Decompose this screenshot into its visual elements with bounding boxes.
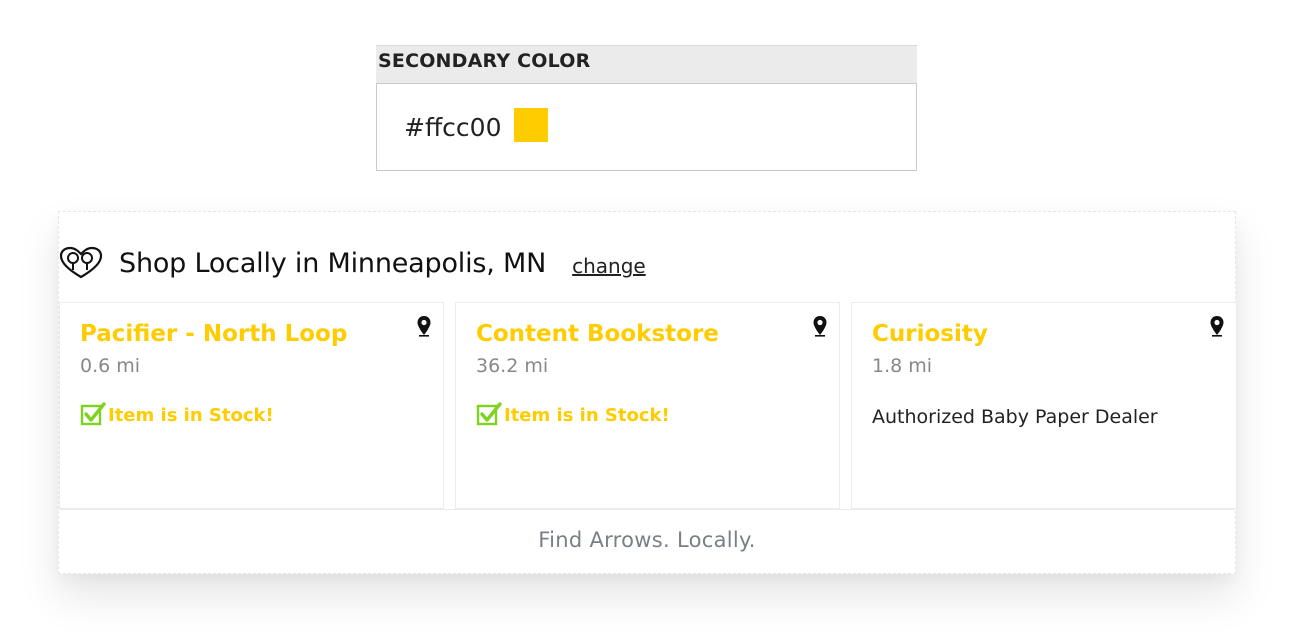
map-pin-icon[interactable]	[812, 315, 828, 337]
secondary-color-panel: SECONDARY COLOR #ffcc00	[376, 45, 917, 171]
store-card[interactable]: Content Bookstore 36.2 mi Item is in Sto…	[455, 302, 840, 509]
secondary-color-field[interactable]: #ffcc00	[376, 83, 917, 171]
widget-header: Shop Locally in Minneapolis, MN change	[59, 242, 646, 284]
store-name[interactable]: Content Bookstore	[476, 321, 719, 347]
widget-footer-tagline: Find Arrows. Locally.	[59, 509, 1235, 574]
store-card[interactable]: Curiosity 1.8 mi Authorized Baby Paper D…	[851, 302, 1237, 509]
store-name[interactable]: Curiosity	[872, 321, 988, 347]
stock-text: Item is in Stock!	[504, 404, 670, 426]
store-distance: 1.8 mi	[872, 355, 933, 377]
store-card[interactable]: Pacifier - North Loop 0.6 mi Item is in …	[59, 302, 444, 509]
checkbox-check-icon	[80, 402, 106, 426]
shop-locally-widget: Shop Locally in Minneapolis, MN change P…	[58, 211, 1237, 574]
store-distance: 0.6 mi	[80, 355, 141, 377]
widget-title: Shop Locally in Minneapolis, MN	[119, 247, 547, 279]
secondary-color-value[interactable]: #ffcc00	[404, 113, 501, 142]
checkbox-check-icon	[476, 402, 502, 426]
change-location-link[interactable]: change	[572, 254, 646, 278]
store-distance: 36.2 mi	[476, 355, 549, 377]
stock-text: Item is in Stock!	[108, 404, 274, 426]
store-list: Pacifier - North Loop 0.6 mi Item is in …	[59, 302, 1237, 509]
stock-status: Item is in Stock!	[476, 401, 670, 427]
secondary-color-label: SECONDARY COLOR	[376, 45, 917, 83]
map-pin-icon[interactable]	[416, 315, 432, 337]
map-pin-icon[interactable]	[1209, 315, 1225, 337]
stock-status: Item is in Stock!	[80, 401, 274, 427]
heart-pin-logo-icon	[59, 246, 103, 279]
color-swatch[interactable]	[514, 108, 549, 142]
store-name[interactable]: Pacifier - North Loop	[80, 321, 347, 347]
store-note: Authorized Baby Paper Dealer	[872, 406, 1158, 428]
